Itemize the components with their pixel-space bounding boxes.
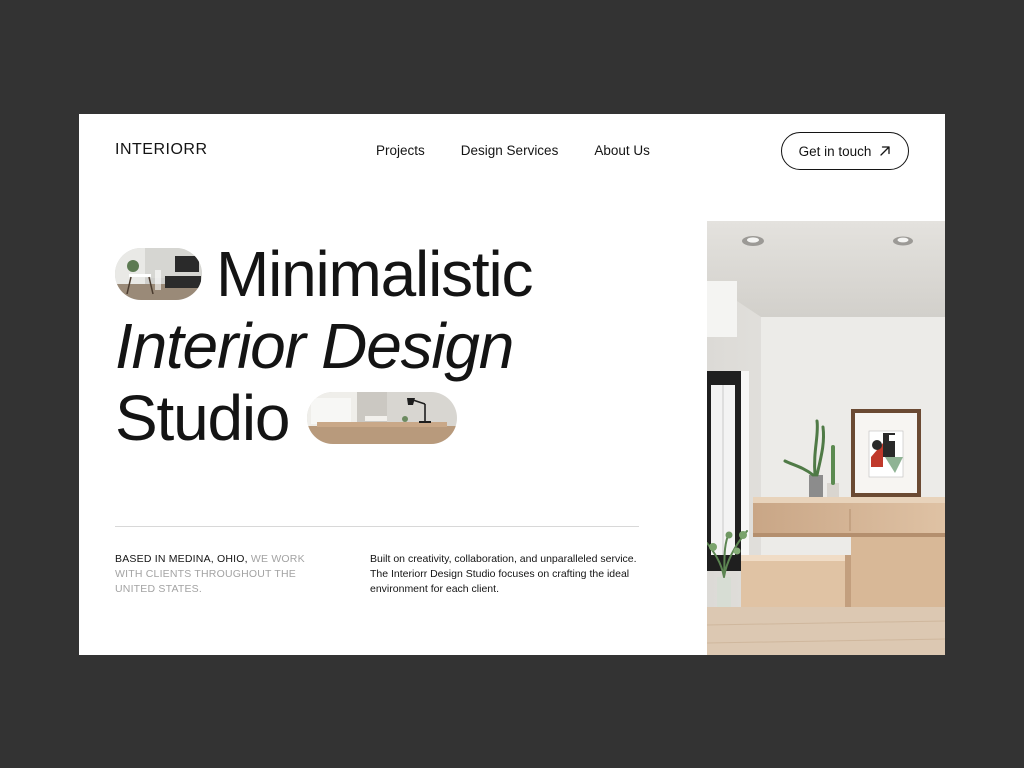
headline-interior-design: Interior Design [115,310,514,382]
get-in-touch-label: Get in touch [798,143,872,159]
headline-line-2: Interior Design [115,310,532,382]
main-nav: Projects Design Services About Us [376,143,650,158]
workspace-thumbnail [307,392,458,444]
headline-minimalistic: Minimalistic [216,238,533,310]
nav-item-projects[interactable]: Projects [376,143,425,158]
arrow-up-right-icon [880,146,891,156]
studio-description: Built on creativity, collaboration, and … [370,553,637,595]
location-highlight: BASED IN MEDINA, OHIO, [115,553,248,565]
landing-card: INTERIORR Projects Design Services About… [79,114,945,655]
interior-photo [707,221,945,655]
nav-item-about-us[interactable]: About Us [594,143,650,158]
nav-item-design-services[interactable]: Design Services [461,143,559,158]
headline-studio: Studio [115,382,290,454]
living-room-thumbnail [115,248,202,300]
headline-line-1: Minimalistic [115,238,533,310]
headline-line-3: Studio [115,382,532,454]
section-divider [115,526,639,527]
hero-headline: Minimalistic Interior Design Studio [115,238,533,454]
brand-logo[interactable]: INTERIORR [115,141,208,159]
location-text: BASED IN MEDINA, OHIO, WE WORK WITH CLIE… [115,552,315,597]
get-in-touch-button[interactable]: Get in touch [781,132,909,170]
